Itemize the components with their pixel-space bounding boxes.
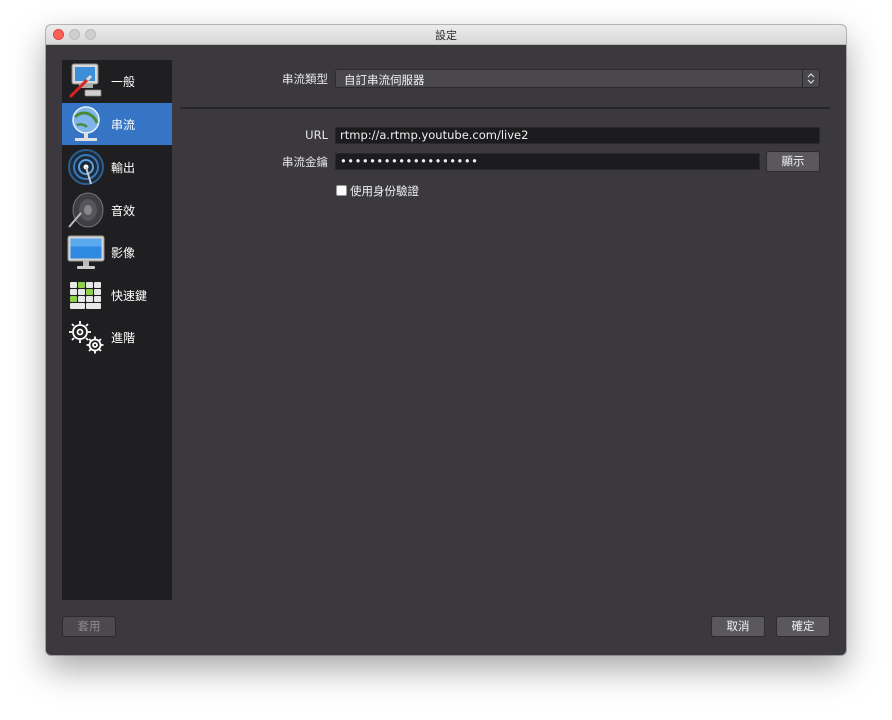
sidebar-item-label: 快速鍵	[111, 289, 148, 303]
sidebar-item-label: 輸出	[111, 161, 136, 175]
sidebar-item-general[interactable]: 一般	[62, 60, 172, 102]
video-monitor-icon	[67, 235, 105, 269]
audio-speaker-icon	[68, 192, 104, 228]
output-broadcast-icon	[68, 149, 104, 185]
stream-key-label: 串流金鑰	[282, 155, 328, 169]
chevron-up-down-icon	[802, 70, 819, 87]
apply-button[interactable]: 套用	[62, 616, 116, 637]
show-key-button[interactable]: 顯示	[766, 151, 820, 172]
use-authentication-label[interactable]: 使用身份驗證	[350, 183, 419, 199]
stream-type-value: 自訂串流伺服器	[344, 73, 425, 87]
sidebar-item-hotkeys[interactable]: 快速鍵	[62, 274, 172, 316]
title-bar: 設定	[46, 25, 846, 45]
sidebar-item-label: 進階	[111, 331, 136, 345]
section-divider	[180, 107, 830, 109]
url-label: URL	[305, 128, 328, 142]
use-authentication-checkbox[interactable]	[336, 185, 347, 196]
settings-sidebar: 一般 串流 輸出 音效 影像 快速鍵 進階	[62, 60, 172, 600]
keyboard-hotkeys-icon	[70, 282, 101, 309]
stream-type-select[interactable]: 自訂串流伺服器	[335, 69, 820, 88]
sidebar-item-output[interactable]: 輸出	[62, 146, 172, 188]
general-settings-icon	[69, 63, 102, 98]
ok-button[interactable]: 確定	[776, 616, 830, 637]
stream-key-input[interactable]: •••••••••••••••••••	[335, 153, 760, 170]
sidebar-item-label: 一般	[111, 75, 136, 89]
window-title: 設定	[435, 29, 457, 42]
advanced-gears-icon	[69, 321, 104, 354]
stream-network-icon	[72, 106, 100, 141]
sidebar-item-stream[interactable]: 串流	[62, 103, 172, 145]
sidebar-item-audio[interactable]: 音效	[62, 189, 172, 231]
settings-window: 設定 一般 串流 輸出 音效 影像 快速鍵 進階 串流類型 自訂串流伺服器 UR…	[46, 25, 846, 655]
cancel-button[interactable]: 取消	[711, 616, 765, 637]
sidebar-item-video[interactable]: 影像	[62, 231, 172, 273]
stream-type-label: 串流類型	[282, 72, 328, 86]
sidebar-item-label: 音效	[111, 204, 136, 218]
url-input[interactable]: rtmp://a.rtmp.youtube.com/live2	[335, 127, 820, 144]
sidebar-item-label: 影像	[111, 246, 136, 260]
sidebar-item-label: 串流	[111, 118, 136, 132]
sidebar-item-advanced[interactable]: 進階	[62, 316, 172, 358]
